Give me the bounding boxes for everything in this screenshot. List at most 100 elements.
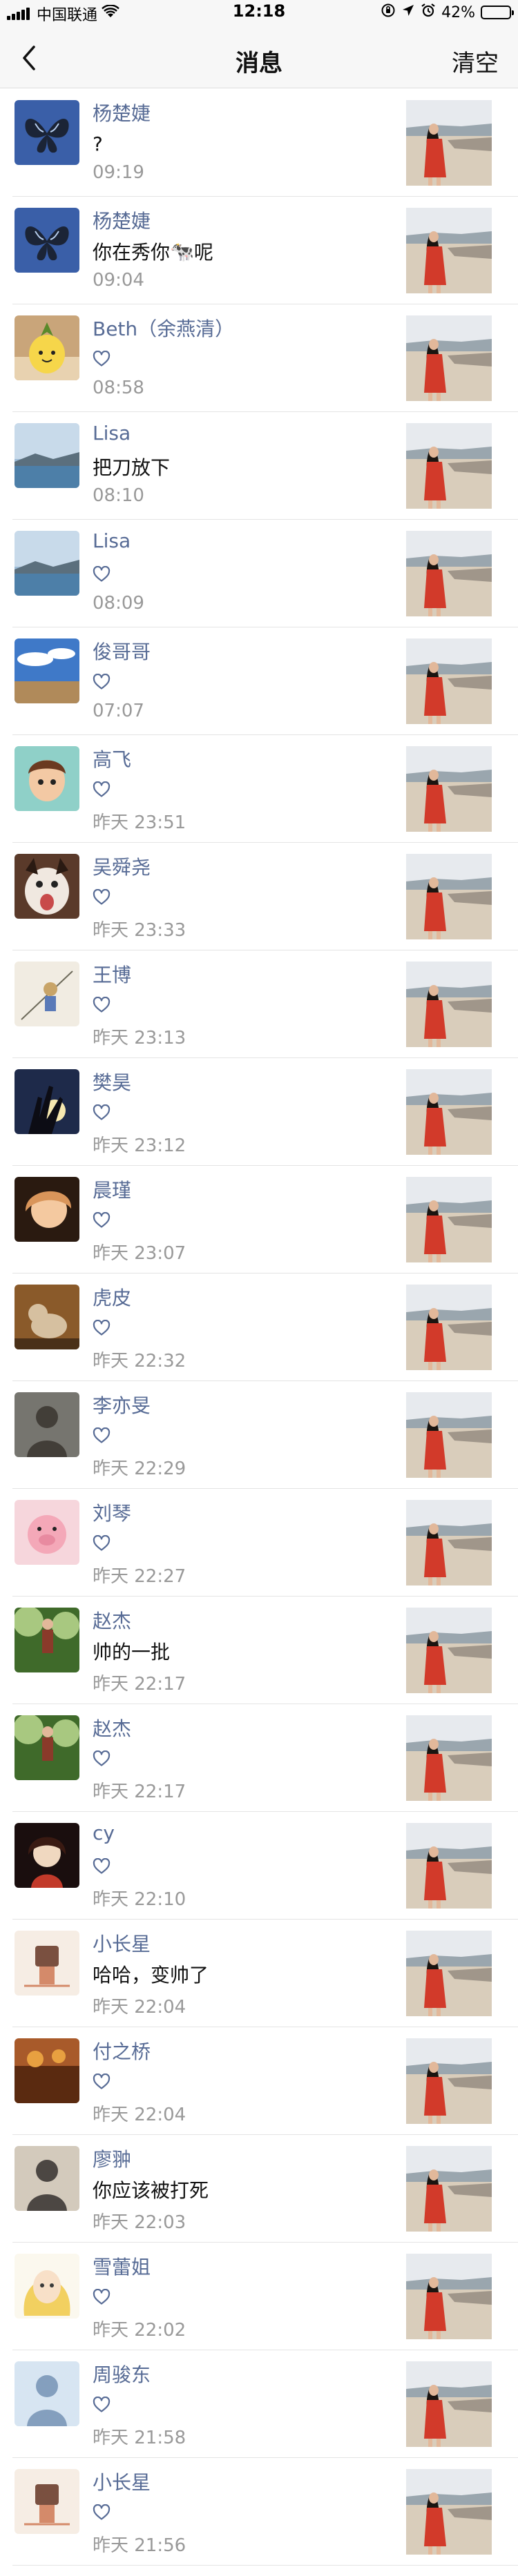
message-row-10[interactable]: 樊昊 昨天 23:12 [12, 1058, 518, 1166]
message-row-23[interactable]: 小长星 昨天 21:56 [12, 2458, 518, 2566]
post-thumbnail[interactable] [406, 854, 492, 939]
back-button[interactable] [12, 41, 46, 75]
avatar[interactable] [15, 208, 79, 273]
avatar[interactable] [15, 854, 79, 919]
post-thumbnail[interactable] [406, 100, 492, 186]
avatar[interactable] [15, 962, 79, 1026]
avatar[interactable] [15, 1285, 79, 1349]
avatar[interactable] [15, 2038, 79, 2103]
avatar[interactable] [15, 1608, 79, 1672]
sender-name[interactable]: 杨楚婕 [93, 99, 151, 126]
sender-name[interactable]: cy [93, 1822, 115, 1844]
post-thumbnail[interactable] [406, 1931, 492, 2016]
heart-outline-icon [93, 1750, 111, 1766]
avatar[interactable] [15, 423, 79, 488]
post-thumbnail[interactable] [406, 1608, 492, 1693]
person-avatar-image [15, 2146, 79, 2211]
message-row-6[interactable]: 俊哥哥 07:07 [12, 627, 518, 735]
clear-button[interactable]: 清空 [452, 44, 499, 78]
post-thumbnail[interactable] [406, 2038, 492, 2124]
post-thumbnail[interactable] [406, 2254, 492, 2339]
avatar[interactable] [15, 1823, 79, 1888]
avatar[interactable] [15, 2146, 79, 2211]
post-thumbnail[interactable] [406, 423, 492, 509]
message-row-19[interactable]: 付之桥 昨天 22:04 [12, 2027, 518, 2135]
avatar[interactable] [15, 100, 79, 165]
message-time: 昨天 22:32 [93, 1351, 186, 1372]
sender-name[interactable]: 吴舜尧 [93, 852, 151, 880]
sender-name[interactable]: 小长星 [93, 1929, 151, 1957]
sender-name[interactable]: Beth（余燕清） [93, 314, 234, 342]
sender-name[interactable]: 付之桥 [93, 2037, 151, 2065]
sender-name[interactable]: 小长星 [93, 2468, 151, 2495]
avatar[interactable] [15, 2469, 79, 2534]
avatar[interactable] [15, 1931, 79, 1996]
message-row-9[interactable]: 王博 昨天 23:13 [12, 950, 518, 1058]
post-thumbnail[interactable] [406, 208, 492, 293]
sender-name[interactable]: 王博 [93, 960, 131, 988]
sender-name[interactable]: 李亦旻 [93, 1391, 151, 1418]
message-row-8[interactable]: 吴舜尧 昨天 23:33 [12, 843, 518, 950]
sender-name[interactable]: 赵杰 [93, 1714, 131, 1741]
sender-name[interactable]: 周骏东 [93, 2360, 151, 2388]
message-row-12[interactable]: 虎皮 昨天 22:32 [12, 1274, 518, 1381]
post-thumbnail[interactable] [406, 1069, 492, 1155]
post-thumbnail[interactable] [406, 1500, 492, 1585]
post-thumbnail[interactable] [406, 1823, 492, 1909]
sender-name[interactable]: 晨瑾 [93, 1175, 131, 1203]
post-thumbnail[interactable] [406, 531, 492, 616]
message-row-20[interactable]: 廖翀 你应该被打死 昨天 22:03 [12, 2135, 518, 2243]
avatar[interactable] [15, 638, 79, 703]
message-row-13[interactable]: 李亦旻 昨天 22:29 [12, 1381, 518, 1489]
avatar[interactable] [15, 2361, 79, 2426]
message-row-15[interactable]: 赵杰 帅的一批 昨天 22:17 [12, 1597, 518, 1704]
message-row-14[interactable]: 刘琴 昨天 22:27 [12, 1489, 518, 1597]
post-thumbnail[interactable] [406, 962, 492, 1047]
post-thumbnail[interactable] [406, 1177, 492, 1262]
sender-name[interactable]: Lisa [93, 422, 131, 445]
post-thumbnail[interactable] [406, 2469, 492, 2555]
avatar[interactable] [15, 2254, 79, 2319]
butterfly-avatar-image [15, 100, 79, 165]
battery-percent: 42% [441, 3, 475, 21]
post-thumbnail[interactable] [406, 746, 492, 832]
avatar[interactable] [15, 315, 79, 380]
message-row-2[interactable]: 杨楚婕 你在秀你 🐄 呢 09:04 [12, 197, 518, 304]
message-row-17[interactable]: cy 昨天 22:10 [12, 1812, 518, 1920]
message-row-18[interactable]: 小长星 哈哈，变帅了 昨天 22:04 [12, 1920, 518, 2027]
message-row-1[interactable]: 杨楚婕 ? 09:19 [12, 89, 518, 197]
post-thumbnail[interactable] [406, 315, 492, 401]
sender-name[interactable]: 雪蕾姐 [93, 2252, 151, 2280]
message-row-3[interactable]: Beth（余燕清） 08:58 [12, 304, 518, 412]
avatar[interactable] [15, 1069, 79, 1134]
message-row-21[interactable]: 雪蕾姐 昨天 22:02 [12, 2243, 518, 2350]
sender-name[interactable]: Lisa [93, 529, 131, 552]
sender-name[interactable]: 赵杰 [93, 1606, 131, 1634]
post-thumbnail[interactable] [406, 2361, 492, 2447]
avatar[interactable] [15, 1177, 79, 1242]
avatar[interactable] [15, 1715, 79, 1780]
message-row-5[interactable]: Lisa 08:09 [12, 520, 518, 627]
message-row-16[interactable]: 赵杰 昨天 22:17 [12, 1704, 518, 1812]
sender-name[interactable]: 高飞 [93, 745, 131, 772]
avatar[interactable] [15, 1392, 79, 1457]
post-thumbnail[interactable] [406, 1392, 492, 1478]
post-thumbnail[interactable] [406, 1285, 492, 1370]
sender-name[interactable]: 俊哥哥 [93, 637, 151, 665]
avatar[interactable] [15, 1500, 79, 1565]
message-row-7[interactable]: 高飞 昨天 23:51 [12, 735, 518, 843]
sender-name[interactable]: 刘琴 [93, 1499, 131, 1526]
message-row-11[interactable]: 晨瑾 昨天 23:07 [12, 1166, 518, 1274]
sender-name[interactable]: 廖翀 [93, 2145, 131, 2172]
message-row-4[interactable]: Lisa 把刀放下 08:10 [12, 412, 518, 520]
sender-name[interactable]: 杨楚婕 [93, 206, 151, 234]
sender-name[interactable]: 樊昊 [93, 1068, 131, 1095]
post-thumbnail[interactable] [406, 638, 492, 724]
avatar[interactable] [15, 746, 79, 811]
message-row-22[interactable]: 周骏东 昨天 21:58 [12, 2350, 518, 2458]
message-text: 哈哈，变帅了 [93, 1964, 209, 1987]
sender-name[interactable]: 虎皮 [93, 1283, 131, 1311]
post-thumbnail[interactable] [406, 1715, 492, 1801]
avatar[interactable] [15, 531, 79, 596]
post-thumbnail[interactable] [406, 2146, 492, 2232]
